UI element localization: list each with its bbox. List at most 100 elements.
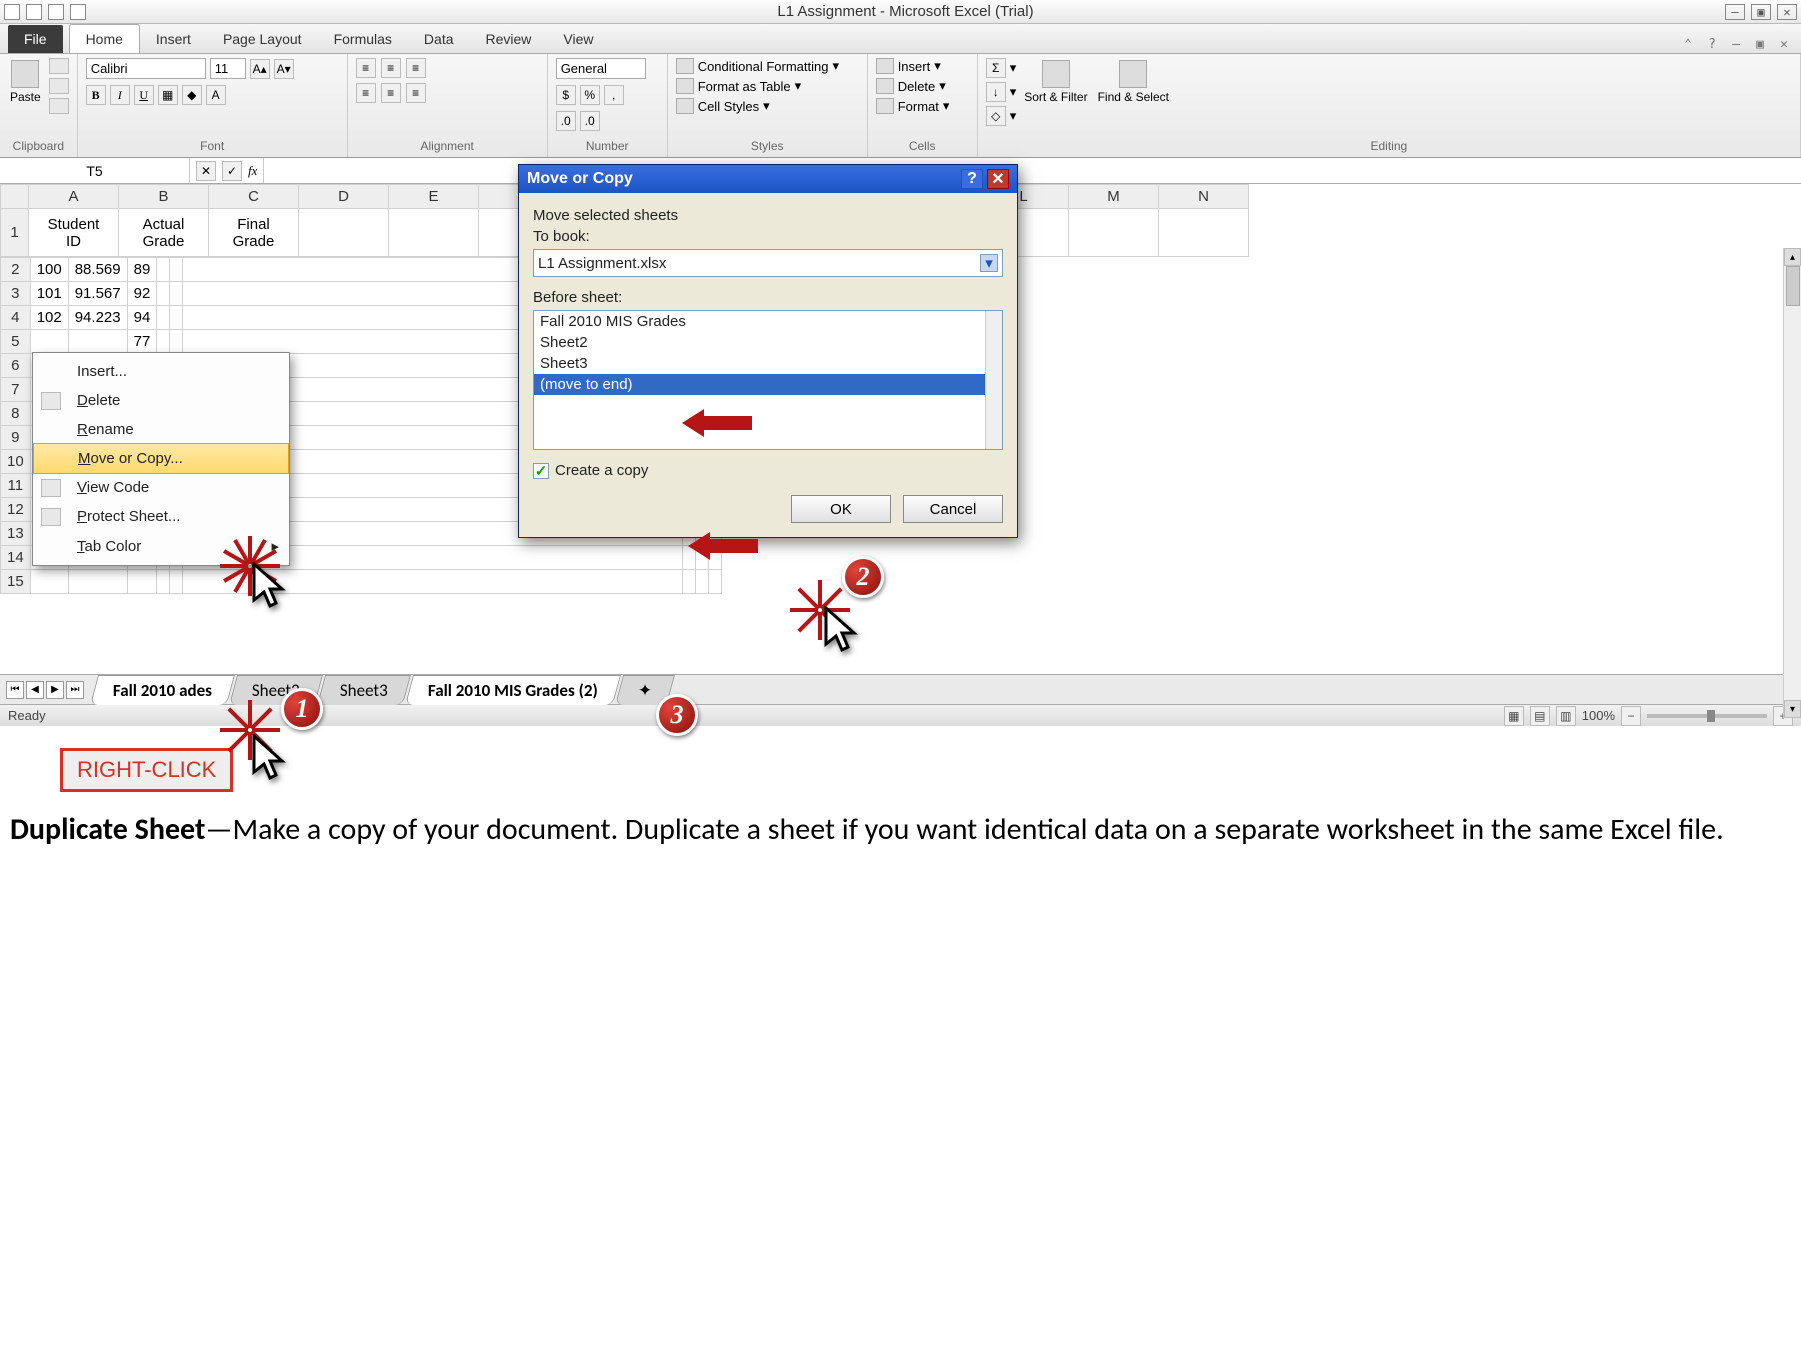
page-layout-view-icon[interactable]: ▤ [1530,706,1550,726]
cell[interactable] [170,282,183,306]
align-left-icon[interactable]: ≡ [356,83,376,103]
row-header[interactable]: 10 [1,450,31,474]
cancel-formula-icon[interactable]: ✕ [196,161,216,181]
ctx-delete[interactable]: Delete [33,386,289,415]
ctx-move-or-copy[interactable]: Move or Copy... [33,443,289,474]
scroll-down-button[interactable]: ▾ [1784,700,1801,718]
select-all-corner[interactable] [1,185,29,209]
font-family-select[interactable]: Calibri [86,58,206,79]
cell[interactable]: 88.569 [68,258,127,282]
comma-icon[interactable]: , [604,85,624,105]
paste-button[interactable]: Paste [8,58,43,106]
increase-font-icon[interactable]: A▴ [250,59,270,79]
conditional-formatting-button[interactable]: Conditional Formatting ▾ [676,58,859,74]
list-item[interactable]: Sheet2 [534,332,1002,353]
cell[interactable]: 92 [127,282,157,306]
col-header-n[interactable]: N [1159,185,1249,209]
ctx-insert[interactable]: Insert... [33,357,289,386]
find-select-button[interactable]: Find & Select [1096,58,1171,106]
cell[interactable] [1069,209,1159,257]
zoom-out-button[interactable]: − [1621,706,1641,726]
row-header[interactable]: 9 [1,426,31,450]
prev-sheet-button[interactable]: ◀ [26,681,44,699]
redo-icon[interactable] [70,4,86,20]
underline-button[interactable]: U [134,85,154,105]
delete-cells-button[interactable]: Delete ▾ [876,78,969,94]
last-sheet-button[interactable]: ⏭ [66,681,84,699]
col-header-d[interactable]: D [299,185,389,209]
autosum-button[interactable]: Σ▾ [986,58,1017,78]
dialog-help-button[interactable]: ? [961,169,983,189]
help-icon[interactable]: ? [1703,35,1721,53]
cell[interactable] [1159,209,1249,257]
row-header[interactable]: 8 [1,402,31,426]
ctx-view-code[interactable]: View Code [33,473,289,502]
col-header-c[interactable]: C [209,185,299,209]
row-header[interactable]: 12 [1,498,31,522]
cell[interactable] [157,330,170,354]
fill-color-button[interactable]: ◆ [182,85,202,105]
cell[interactable] [170,258,183,282]
window-restore-icon[interactable]: ▣ [1751,35,1769,53]
page-break-view-icon[interactable]: ▥ [1556,706,1576,726]
align-bottom-icon[interactable]: ≡ [406,58,426,78]
cell[interactable] [170,330,183,354]
window-min-icon[interactable]: — [1727,35,1745,53]
col-header-b[interactable]: B [119,185,209,209]
font-size-select[interactable]: 11 [210,58,246,79]
window-close-icon[interactable]: ✕ [1775,35,1793,53]
close-button[interactable]: ✕ [1777,4,1797,20]
zoom-slider[interactable] [1647,714,1767,718]
cell[interactable] [30,330,68,354]
row-header[interactable]: 3 [1,282,31,306]
number-format-select[interactable]: General [556,58,646,79]
cell[interactable] [683,570,696,594]
cell[interactable]: StudentID [29,209,119,257]
cell[interactable] [127,570,157,594]
italic-button[interactable]: I [110,85,130,105]
vertical-scrollbar[interactable]: ▴ ▾ [1783,248,1801,718]
scroll-up-button[interactable]: ▴ [1784,248,1801,266]
fx-icon[interactable]: fx [248,163,257,179]
cell[interactable] [170,306,183,330]
format-as-table-button[interactable]: Format as Table ▾ [676,78,859,94]
insert-cells-button[interactable]: Insert ▾ [876,58,969,74]
row-header[interactable]: 14 [1,546,31,570]
increase-decimal-icon[interactable]: .0 [556,111,576,131]
cell[interactable]: 100 [30,258,68,282]
cell[interactable]: 94 [127,306,157,330]
border-button[interactable]: ▦ [158,85,178,105]
cell[interactable] [68,330,127,354]
col-header-a[interactable]: A [29,185,119,209]
before-sheet-listbox[interactable]: Fall 2010 MIS Grades Sheet2 Sheet3 (move… [533,310,1003,450]
cell[interactable] [68,570,127,594]
row-header[interactable]: 15 [1,570,31,594]
tab-data[interactable]: Data [408,25,470,53]
listbox-scrollbar[interactable] [985,311,1002,449]
cell-styles-button[interactable]: Cell Styles ▾ [676,98,859,114]
cell[interactable]: ActualGrade [119,209,209,257]
cell[interactable] [709,570,722,594]
cell[interactable] [170,570,183,594]
decrease-font-icon[interactable]: A▾ [274,59,294,79]
tab-insert[interactable]: Insert [140,25,207,53]
percent-icon[interactable]: % [580,85,600,105]
scroll-thumb[interactable] [1786,266,1800,306]
align-right-icon[interactable]: ≡ [406,83,426,103]
list-item[interactable]: Sheet3 [534,353,1002,374]
format-cells-button[interactable]: Format ▾ [876,98,969,114]
row-header[interactable]: 7 [1,378,31,402]
tab-view[interactable]: View [547,25,609,53]
row-header[interactable]: 2 [1,258,31,282]
tab-review[interactable]: Review [470,25,548,53]
ribbon-minimize-icon[interactable]: ⌃ [1679,35,1697,53]
dialog-titlebar[interactable]: Move or Copy ? ✕ [519,165,1017,193]
cell[interactable] [157,258,170,282]
cell[interactable] [389,209,479,257]
cell[interactable] [157,570,170,594]
enter-formula-icon[interactable]: ✓ [222,161,242,181]
format-painter-icon[interactable] [49,98,69,114]
row-header[interactable]: 11 [1,474,31,498]
dialog-close-button[interactable]: ✕ [987,169,1009,189]
to-book-select[interactable]: L1 Assignment.xlsx ▾ [533,249,1003,277]
